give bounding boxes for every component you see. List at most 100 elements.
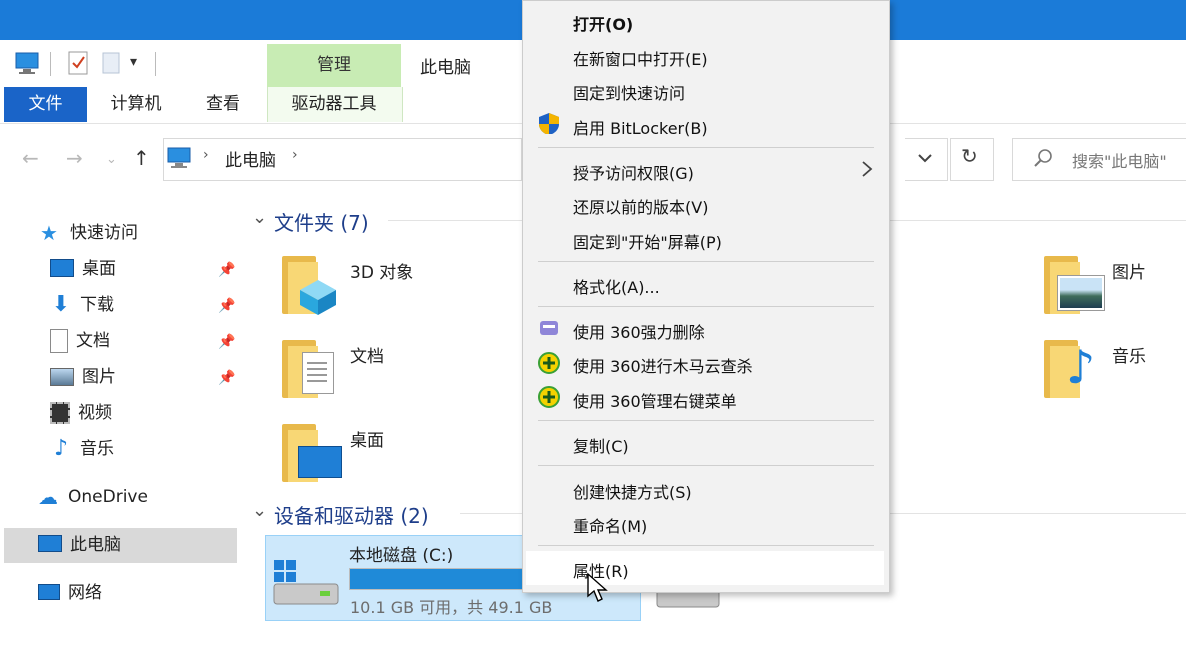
pin-icon[interactable]: 📌	[218, 334, 235, 350]
menu-separator	[538, 420, 874, 421]
360-icon	[538, 386, 560, 408]
nav-item-documents[interactable]: 文档	[50, 326, 110, 356]
menu-item-restore-versions[interactable]: 还原以前的版本(V)	[573, 194, 708, 218]
nav-onedrive-label: OneDrive	[68, 487, 148, 507]
menu-separator	[538, 306, 874, 307]
menu-item-pin-start[interactable]: 固定到"开始"屏幕(P)	[573, 229, 722, 253]
film-icon	[50, 402, 70, 424]
nav-this-pc-label: 此电脑	[70, 535, 121, 555]
menu-item-open[interactable]: 打开(O)	[573, 11, 633, 35]
search-icon	[1034, 149, 1052, 167]
breadcrumb-chevron-icon[interactable]: ›	[203, 147, 209, 163]
folder-label[interactable]: 3D 对象	[350, 258, 413, 283]
mouse-cursor-icon	[587, 572, 608, 602]
star-icon: ★	[40, 221, 58, 245]
nav-quick-access-label: 快速访问	[70, 223, 138, 243]
menu-item-360-manage[interactable]: 使用 360管理右键菜单	[573, 388, 737, 412]
computer-icon[interactable]	[14, 50, 40, 76]
tab-view[interactable]: 查看	[190, 87, 256, 122]
qat-divider	[155, 52, 156, 76]
menu-separator	[538, 465, 874, 466]
tab-file[interactable]: 文件	[4, 87, 87, 122]
menu-item-360-scan[interactable]: 使用 360进行木马云查杀	[573, 353, 753, 377]
qat-divider	[50, 52, 51, 76]
folder-label[interactable]: 音乐	[1112, 342, 1146, 367]
hard-drive-icon	[273, 560, 339, 605]
360-icon	[538, 352, 560, 374]
folders-group-header[interactable]: 文件夹 (7)	[274, 207, 369, 236]
pin-icon[interactable]: 📌	[218, 370, 235, 386]
nav-onedrive[interactable]: ☁ OneDrive	[38, 482, 148, 512]
menu-item-format[interactable]: 格式化(A)...	[573, 274, 660, 298]
folder-music-icon[interactable]: ♪	[1044, 336, 1100, 398]
network-icon	[38, 583, 60, 600]
music-note-icon: ♪	[53, 436, 69, 461]
customize-qat-dropdown-icon[interactable]: ▾	[130, 54, 137, 70]
breadcrumb-item[interactable]: 此电脑	[225, 146, 276, 171]
search-placeholder: 搜索"此电脑"	[1072, 152, 1167, 171]
recent-locations-icon[interactable]: ⌄	[106, 152, 117, 167]
menu-separator	[538, 261, 874, 262]
this-pc-icon	[167, 147, 191, 168]
nav-item-videos[interactable]: 视频	[50, 398, 112, 428]
chevron-down-icon[interactable]	[916, 150, 934, 166]
picture-icon	[50, 368, 74, 386]
chevron-right-icon	[862, 161, 873, 177]
nav-network[interactable]: 网络	[38, 578, 102, 608]
menu-item-bitlocker[interactable]: 启用 BitLocker(B)	[573, 115, 708, 139]
nav-network-label: 网络	[68, 583, 102, 603]
forward-button[interactable]: →	[66, 146, 83, 170]
nav-item-downloads[interactable]: ⬇ 下载	[50, 290, 114, 320]
menu-item-360-delete[interactable]: 使用 360强力删除	[573, 319, 705, 343]
menu-item-create-shortcut[interactable]: 创建快捷方式(S)	[573, 479, 692, 503]
nav-item-label: 视频	[78, 403, 112, 423]
refresh-icon[interactable]: ↻	[961, 144, 978, 168]
nav-item-label: 文档	[76, 331, 110, 351]
download-arrow-icon: ⬇	[51, 292, 71, 317]
folder-documents-icon[interactable]	[282, 336, 338, 398]
menu-item-rename[interactable]: 重命名(M)	[573, 513, 647, 537]
document-icon	[50, 329, 68, 353]
nav-item-pictures[interactable]: 图片	[50, 362, 116, 392]
folder-label[interactable]: 桌面	[350, 426, 384, 451]
menu-item-pin-quick-access[interactable]: 固定到快速访问	[573, 80, 685, 104]
cloud-icon: ☁	[38, 485, 58, 509]
group-divider	[388, 220, 522, 221]
drive-space: 10.1 GB 可用，共 49.1 GB	[350, 598, 553, 617]
menu-item-give-access[interactable]: 授予访问权限(G)	[573, 160, 694, 184]
drive-name: 本地磁盘 (C:)	[349, 546, 454, 566]
nav-this-pc[interactable]: 此电脑	[38, 530, 121, 560]
nav-quick-access[interactable]: ★ 快速访问	[40, 218, 138, 248]
new-folder-icon[interactable]	[100, 50, 124, 76]
nav-item-label: 下载	[80, 295, 114, 315]
drive-usage-bar	[349, 568, 532, 590]
folder-pictures-icon[interactable]	[1044, 252, 1104, 314]
pin-icon[interactable]: 📌	[218, 262, 235, 278]
tab-drive-tools[interactable]: 驱动器工具	[270, 87, 398, 122]
shredder-icon	[540, 321, 558, 335]
computer-icon	[38, 535, 62, 552]
nav-item-label: 桌面	[82, 259, 116, 279]
menu-item-open-new-window[interactable]: 在新窗口中打开(E)	[573, 46, 708, 70]
up-button[interactable]: ↑	[133, 146, 150, 170]
menu-item-copy[interactable]: 复制(C)	[573, 433, 629, 457]
devices-group-header[interactable]: 设备和驱动器 (2)	[274, 500, 429, 529]
tab-computer[interactable]: 计算机	[96, 87, 176, 122]
collapse-chevron-icon[interactable]: ⌄	[252, 500, 267, 521]
folder-label[interactable]: 图片	[1112, 258, 1146, 283]
folder-3d-objects-icon[interactable]	[282, 252, 338, 315]
collapse-chevron-icon[interactable]: ⌄	[252, 207, 267, 228]
properties-icon[interactable]	[66, 50, 90, 76]
nav-item-music[interactable]: ♪ 音乐	[50, 434, 114, 464]
address-bar[interactable]	[163, 138, 522, 181]
nav-item-desktop[interactable]: 桌面	[50, 254, 116, 284]
desktop-icon	[50, 259, 74, 277]
back-button[interactable]: ←	[22, 146, 39, 170]
folder-label[interactable]: 文档	[350, 342, 384, 367]
group-divider	[888, 513, 1186, 514]
breadcrumb-chevron-icon[interactable]: ›	[292, 147, 298, 163]
shield-icon	[539, 113, 559, 134]
pin-icon[interactable]: 📌	[218, 298, 235, 314]
folder-desktop-icon[interactable]	[282, 420, 342, 482]
nav-item-label: 音乐	[80, 439, 114, 459]
